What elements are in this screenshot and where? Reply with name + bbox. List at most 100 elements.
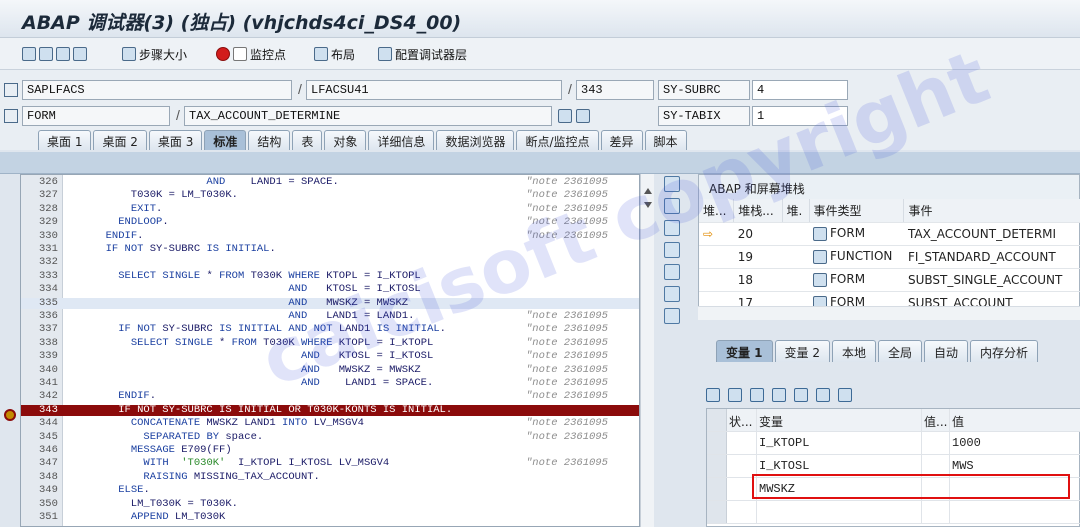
stack-col-header[interactable]: 事件类型 <box>809 199 905 223</box>
variable-name-input[interactable] <box>757 501 922 523</box>
stack-col-header[interactable]: 堆栈... <box>733 199 783 223</box>
code-scrollbar[interactable] <box>640 174 654 527</box>
swap-tools-icon[interactable] <box>664 286 680 302</box>
continue-icon[interactable] <box>73 47 87 61</box>
transfer-icon[interactable] <box>816 388 830 402</box>
code-comment: "note 2361095 <box>526 417 608 430</box>
tab-10[interactable]: 断点/监控点 <box>516 130 599 150</box>
row-selector[interactable] <box>707 478 727 500</box>
code-line[interactable]: 349 ELSE. <box>21 485 639 496</box>
stack-row[interactable]: 18 FORM SUBST_SINGLE_ACCOUNT <box>699 268 1080 292</box>
watchpoint-button[interactable]: 监控点 <box>216 45 286 63</box>
code-line[interactable]: 344 CONCATENATE MWSKZ LAND1 INTO LV_MSGV… <box>21 417 639 430</box>
tab-4[interactable]: 标准 <box>204 130 247 150</box>
row-selector[interactable] <box>707 501 727 523</box>
stack-col-header[interactable]: 事件 <box>903 199 1080 223</box>
variable-value-input[interactable]: 1000 <box>950 432 1080 454</box>
code-line[interactable]: 348 RAISING MISSING_TAX_ACCOUNT. <box>21 471 639 483</box>
tab-9[interactable]: 数据浏览器 <box>436 130 515 150</box>
new-tool-icon[interactable] <box>664 198 680 214</box>
tab-11[interactable]: 差异 <box>600 130 643 150</box>
code-text: CONCATENATE MWSKZ LAND1 INTO LV_MSGV4 <box>130 417 364 430</box>
list-icon[interactable] <box>772 388 786 402</box>
source-code-pane[interactable]: 326 AND LAND1 = SPACE. "note 2361095 327 T… <box>20 174 640 527</box>
code-line[interactable]: 347 WITH 'T030K' I_KTOPL I_KTOSL LV_MSGV… <box>21 458 639 469</box>
tab-12[interactable]: 脚本 <box>644 130 687 150</box>
export-icon[interactable] <box>750 388 764 402</box>
row-selector[interactable] <box>707 432 727 454</box>
var-row[interactable]: I_KTOPL 1000 <box>707 432 1080 455</box>
layout-button[interactable]: 布局 <box>314 45 355 63</box>
stack-row[interactable]: 19 FUNCTION FI_STANDARD_ACCOUNT <box>699 245 1080 269</box>
code-line[interactable]: 345 SEPARATED BY space. "note 2361095 <box>21 431 639 443</box>
variable-name-input[interactable]: I_KTOPL <box>757 432 922 454</box>
code-line[interactable]: 331 IF NOT SY-SUBRC IS INITIAL. <box>21 244 639 255</box>
delete-icon[interactable] <box>706 388 720 402</box>
tab-1[interactable]: 桌面 1 <box>38 130 92 150</box>
code-line[interactable]: 338 SELECT SINGLE * FROM T030K WHERE KTO… <box>21 337 639 349</box>
tab-2[interactable]: 桌面 2 <box>93 130 147 150</box>
code-line[interactable]: 343 IF NOT SY-SUBRC IS INITIAL OR T030K-… <box>21 404 639 416</box>
execute-icon[interactable] <box>39 47 53 61</box>
close-pane-icon[interactable] <box>664 176 680 192</box>
code-line[interactable]: 340 AND MWSKZ = MWSKZ "note 2361095 <box>21 364 639 376</box>
variable-tabstrip: 变量 1 变量 2 本地 全局 自动 内存分析 <box>716 340 1040 362</box>
configure-layers-button[interactable]: 配置调试器层 <box>378 45 467 63</box>
variable-value-input[interactable] <box>950 501 1080 523</box>
var-tab-2[interactable]: 变量 2 <box>774 340 830 362</box>
code-line[interactable]: 330 ENDIF. "note 2361095 <box>21 230 639 242</box>
code-line[interactable]: 342 ENDIF. "note 2361095 <box>21 391 639 402</box>
services-icon[interactable] <box>664 308 680 324</box>
scroll-down-icon[interactable] <box>644 202 652 208</box>
code-line[interactable]: 346 MESSAGE E709(FF) <box>21 445 639 456</box>
stack-col-header[interactable]: 堆... <box>699 199 735 223</box>
scroll-up-icon[interactable] <box>644 188 652 194</box>
stack-hscrollbar[interactable] <box>698 306 1080 320</box>
code-line[interactable]: 339 AND KTOSL = I_KTOSL "note 2361095 <box>21 351 639 362</box>
tab-7[interactable]: 对象 <box>324 130 367 150</box>
sysvar1-name-field[interactable]: SY-SUBRC <box>658 80 750 100</box>
code-line[interactable]: 333 SELECT SINGLE * FROM T030K WHERE KTO… <box>21 270 639 282</box>
layout-label: 布局 <box>331 47 356 62</box>
refresh-icon[interactable] <box>838 388 852 402</box>
var-tab-4[interactable]: 全局 <box>878 340 923 362</box>
locals-icon[interactable] <box>794 388 808 402</box>
var-tab-1[interactable]: 变量 1 <box>716 340 773 362</box>
code-line[interactable]: 335 AND MWSKZ = MWSKZ <box>21 297 639 309</box>
stop-icon[interactable] <box>216 47 230 61</box>
tab-5[interactable]: 结构 <box>248 130 291 150</box>
tab-8[interactable]: 详细信息 <box>368 130 435 150</box>
maximize-icon[interactable] <box>664 242 680 258</box>
sysvar2-name-field[interactable]: SY-TABIX <box>658 106 750 126</box>
return-icon[interactable] <box>56 47 70 61</box>
code-line[interactable]: 350 LM_T030K = T030K. <box>21 498 639 510</box>
code-line[interactable]: 332 <box>21 257 639 268</box>
current-line-breakpoint-icon[interactable] <box>4 409 16 421</box>
var-tab-6[interactable]: 内存分析 <box>970 340 1039 362</box>
code-line[interactable]: 351 APPEND LM_T030K <box>21 512 639 523</box>
code-line[interactable]: 334 AND KTOSL = I_KTOSL <box>21 284 639 295</box>
replace-tool-icon[interactable] <box>664 220 680 236</box>
var-header-row[interactable]: 状... 变量 值... 值 <box>707 409 1080 432</box>
tab-6[interactable]: 表 <box>292 130 323 150</box>
code-line[interactable]: 336 AND LAND1 = LAND1. "note 2361095 <box>21 311 639 322</box>
info-icon[interactable] <box>576 109 590 123</box>
tab-3[interactable]: 桌面 3 <box>148 130 203 150</box>
code-line[interactable]: 337 IF NOT SY-SUBRC IS INITIAL AND NOT L… <box>21 324 639 335</box>
code-line[interactable]: 326 AND LAND1 = SPACE. "note 2361095 <box>21 177 639 188</box>
var-tab-5[interactable]: 自动 <box>924 340 969 362</box>
stack-row[interactable]: ⇨ 20 FORM TAX_ACCOUNT_DETERMI <box>699 222 1080 246</box>
step-size-button[interactable]: 步骤大小 <box>122 45 187 63</box>
code-line[interactable]: 328 EXIT. "note 2361095 <box>21 203 639 215</box>
row-selector[interactable] <box>707 455 727 477</box>
code-line[interactable]: 341 AND LAND1 = SPACE. "note 2361095 <box>21 378 639 389</box>
full-screen-icon[interactable] <box>664 264 680 280</box>
code-line[interactable]: 327 T030K = LM_T030K. "note 2361095 <box>21 190 639 201</box>
navigate-icon[interactable] <box>558 109 572 123</box>
var-tab-3[interactable]: 本地 <box>831 340 876 362</box>
import-icon[interactable] <box>728 388 742 402</box>
stack-col-header[interactable]: 堆. <box>782 199 810 223</box>
single-step-icon[interactable] <box>22 47 36 61</box>
var-row[interactable] <box>707 501 1080 524</box>
code-line[interactable]: 329 ENDLOOP. "note 2361095 <box>21 217 639 228</box>
